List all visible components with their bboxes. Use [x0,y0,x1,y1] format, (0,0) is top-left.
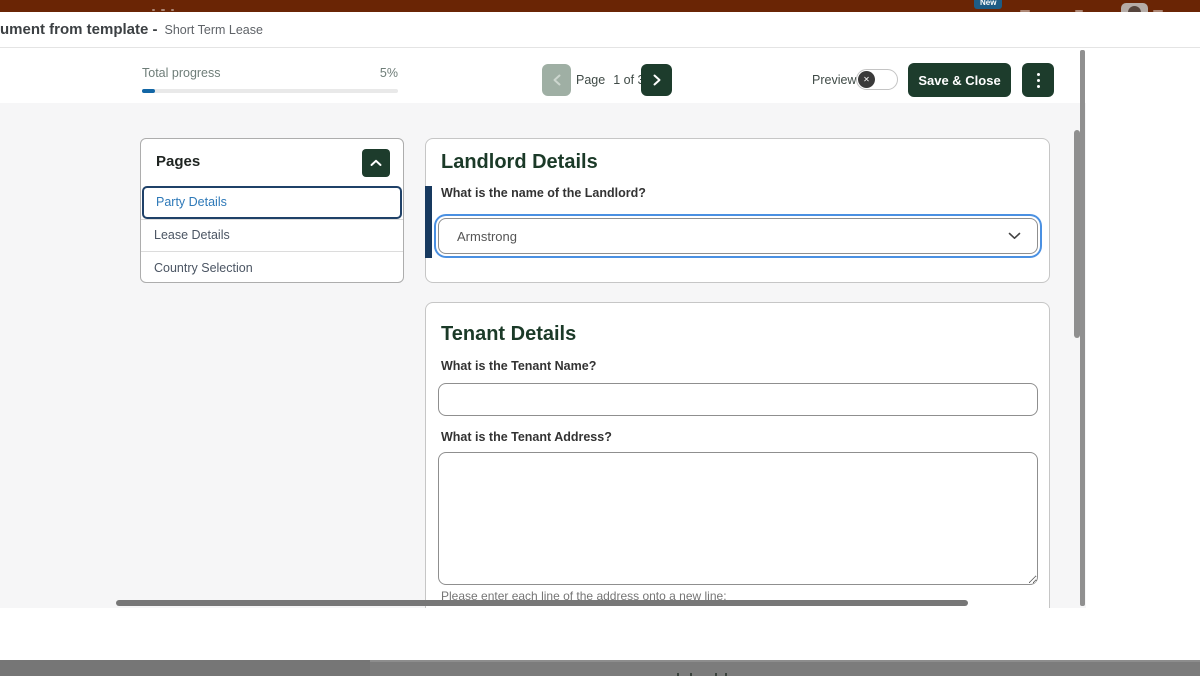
total-progress-value: 5% [340,66,398,80]
tenant-address-question: What is the Tenant Address? [441,430,612,444]
preview-toggle[interactable]: ✕ [856,69,898,90]
page-number: 1 of 3 [613,73,644,87]
chevron-left-icon [553,74,561,86]
pages-title: Pages [156,153,200,170]
sidebar-item-label: Party Details [156,195,227,209]
save-close-button[interactable]: Save & Close [908,63,1011,97]
next-page-button[interactable] [641,64,672,96]
previous-page-button[interactable] [542,64,571,96]
landlord-details-card: Landlord Details What is the name of the… [425,138,1050,283]
clipped-logo-marks [171,9,174,11]
top-nav-bar: New [0,0,1200,12]
landlord-name-select[interactable]: Armstrong [438,218,1038,254]
preview-label: Preview [812,64,856,96]
collapse-pages-button[interactable] [362,149,390,177]
close-icon: ✕ [858,71,875,88]
app-window: New ument from template - Short Term Lea… [0,0,1200,676]
progress-bar [142,89,398,93]
horizontal-scrollbar-thumb[interactable] [116,600,968,606]
sidebar-item-lease-details[interactable]: Lease Details [141,219,403,252]
sidebar-item-label: Country Selection [154,261,253,275]
page-subtitle: Short Term Lease [165,23,263,37]
active-question-indicator [425,186,432,258]
total-progress-label: Total progress [142,66,221,80]
document-title-bar: ument from template - Short Term Lease [0,12,1200,48]
form-vertical-scrollbar-thumb[interactable] [1074,130,1080,338]
clipped-logo-marks [152,9,155,11]
main-canvas: Total progress 5% Page 1 of 3 Preview ✕ … [0,48,1086,608]
tenant-details-card: Tenant Details What is the Tenant Name? … [425,302,1050,608]
pages-panel-header: Pages [141,139,403,186]
chevron-right-icon [653,74,661,86]
sidebar-item-country-selection[interactable]: Country Selection [141,251,403,284]
sidebar-item-party-details[interactable]: Party Details [142,186,402,219]
window-vertical-scrollbar[interactable] [1080,50,1085,606]
select-value: Armstrong [457,229,517,244]
tenant-name-question: What is the Tenant Name? [441,359,596,373]
progress-fill [142,89,155,93]
page-word: Page [576,73,605,87]
avatar[interactable] [1121,3,1148,12]
chevron-up-icon [370,159,382,167]
pages-panel: Pages Party Details Lease Details Countr… [140,138,404,283]
tenant-address-textarea[interactable] [438,452,1038,585]
more-options-button[interactable] [1022,63,1054,97]
tenant-name-input[interactable] [438,383,1038,416]
chevron-down-icon [1008,232,1021,240]
clipped-logo-marks [161,9,165,11]
background-window-bar [0,660,1200,676]
section-title: Tenant Details [441,323,576,346]
section-title: Landlord Details [441,151,598,174]
sidebar-item-label: Lease Details [154,228,230,242]
kebab-icon [1037,73,1040,76]
page-title: ument from template - [0,21,158,38]
new-badge: New [974,0,1002,9]
page-indicator: Page 1 of 3 [576,64,644,96]
landlord-name-question: What is the name of the Landlord? [441,186,646,200]
